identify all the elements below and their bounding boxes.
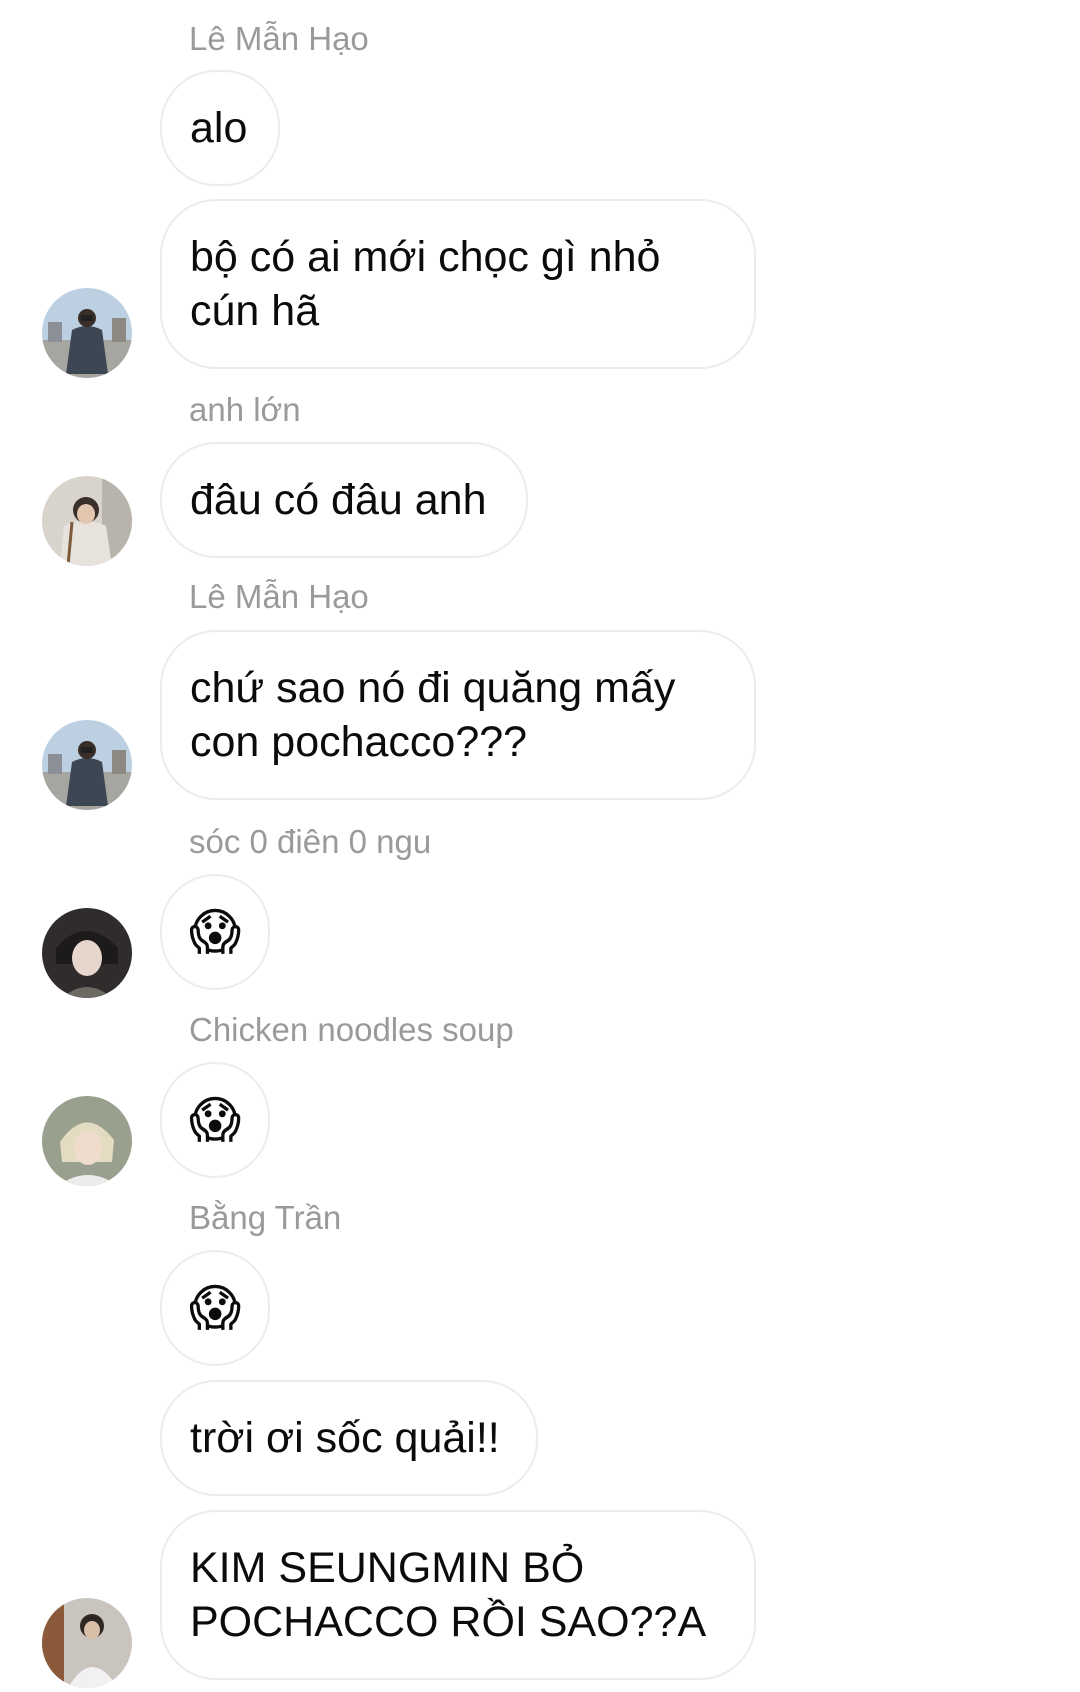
message-bubble[interactable]: bộ có ai mới chọc gì nhỏ cún hã: [160, 199, 756, 369]
message-text: KIM SEUNGMIN BỎ POCHACCO RỒI SAO??A: [190, 1544, 707, 1646]
message-bubble[interactable]: alo: [160, 70, 280, 186]
message-bubble[interactable]: KIM SEUNGMIN BỎ POCHACCO RỒI SAO??A: [160, 1510, 756, 1680]
avatar-photo-icon: [42, 288, 132, 378]
avatar[interactable]: [42, 1598, 132, 1688]
avatar-photo-icon: [42, 1598, 132, 1688]
message-bubble[interactable]: trời ơi sốc quải!!: [160, 1380, 538, 1496]
message-bubble[interactable]: 😱: [160, 1250, 270, 1366]
avatar-photo-icon: [42, 908, 132, 998]
avatar[interactable]: [42, 720, 132, 810]
avatar[interactable]: [42, 288, 132, 378]
message-text: bộ có ai mới chọc gì nhỏ cún hã: [190, 233, 661, 335]
message-bubble[interactable]: 😱: [160, 874, 270, 990]
avatar[interactable]: [42, 908, 132, 998]
message-bubble[interactable]: 😱: [160, 1062, 270, 1178]
message-text: chứ sao nó đi quăng mấy con pochacco???: [190, 664, 676, 766]
message-text: alo: [190, 104, 248, 152]
sender-name: Lê Mẫn Hạo: [189, 20, 369, 57]
message-bubble[interactable]: đâu có đâu anh: [160, 442, 528, 558]
avatar-photo-icon: [42, 476, 132, 566]
sender-name: anh lớn: [189, 391, 301, 428]
screaming-face-icon: 😱: [188, 1092, 242, 1148]
sender-name: sóc 0 điên 0 ngu: [189, 823, 432, 860]
message-text: trời ơi sốc quải!!: [190, 1414, 500, 1462]
screaming-face-icon: 😱: [188, 1280, 242, 1336]
avatar[interactable]: [42, 476, 132, 566]
avatar-photo-icon: [42, 1096, 132, 1186]
sender-name: Bằng Trần: [189, 1199, 342, 1236]
avatar[interactable]: [42, 1096, 132, 1186]
screaming-face-icon: 😱: [188, 904, 242, 960]
message-bubble[interactable]: chứ sao nó đi quăng mấy con pochacco???: [160, 630, 756, 800]
sender-name: Lê Mẫn Hạo: [189, 578, 369, 615]
sender-name: Chicken noodles soup: [189, 1011, 514, 1048]
message-text: đâu có đâu anh: [190, 476, 487, 524]
avatar-photo-icon: [42, 720, 132, 810]
